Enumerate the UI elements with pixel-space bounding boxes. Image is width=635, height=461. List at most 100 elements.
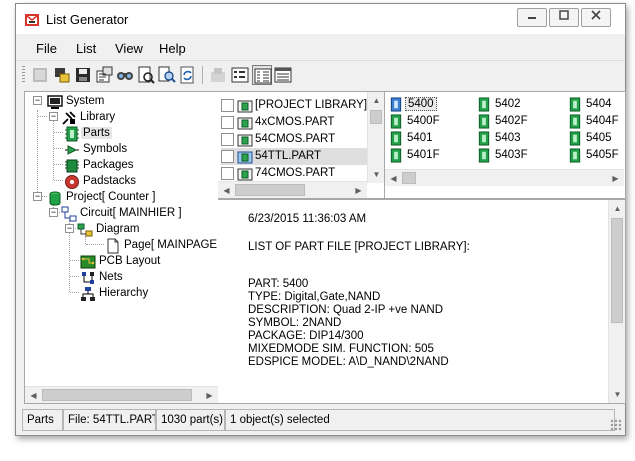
detail-line: DESCRIPTION: Quad 2-IP +ve NAND bbox=[248, 304, 444, 316]
expand-toggle-library[interactable]: − bbox=[49, 112, 58, 121]
close-icon bbox=[591, 10, 601, 20]
refresh-button[interactable] bbox=[178, 65, 198, 85]
files-hscrollbar[interactable]: ◀ ▶ bbox=[218, 181, 367, 198]
tree-item-label: Circuit[ MAINHIER ] bbox=[80, 207, 182, 219]
status-part-count: 1030 part(s) bbox=[156, 409, 225, 431]
tree-item-label: Hierarchy bbox=[99, 287, 149, 299]
tree-hscrollbar[interactable]: ◀ ▶ bbox=[25, 386, 218, 403]
scroll-right-icon[interactable]: ▶ bbox=[607, 170, 624, 187]
files-vscrollbar[interactable]: ▲ ▼ bbox=[367, 92, 384, 183]
page-icon bbox=[107, 238, 119, 254]
detail-line: TYPE: Digital,Gate,NAND bbox=[248, 291, 381, 303]
part-label: 5402F bbox=[495, 115, 528, 127]
toolbar bbox=[16, 60, 625, 88]
disabled-tool-button[interactable] bbox=[208, 65, 228, 85]
list-view-icon bbox=[254, 68, 272, 84]
open-part-button[interactable] bbox=[30, 65, 50, 85]
status-section: Parts bbox=[22, 409, 63, 431]
maximize-button[interactable] bbox=[549, 8, 579, 27]
scroll-right-icon[interactable]: ▶ bbox=[201, 387, 218, 403]
tree-item-label: Project[ Counter ] bbox=[66, 191, 156, 203]
scroll-left-icon[interactable]: ◀ bbox=[218, 182, 235, 198]
find-in-files-icon bbox=[158, 66, 176, 83]
part-file-icon bbox=[237, 168, 253, 181]
detail-line: SYMBOL: 2NAND bbox=[248, 317, 342, 329]
menu-help[interactable]: Help bbox=[159, 41, 186, 56]
toolbar-grip[interactable] bbox=[22, 66, 25, 84]
menu-list[interactable]: List bbox=[76, 41, 96, 56]
padstack-icon bbox=[65, 175, 79, 189]
tree-item-label: PCB Layout bbox=[99, 255, 161, 267]
expand-toggle-circuit[interactable]: − bbox=[49, 208, 58, 217]
tree-item-label: Padstacks bbox=[83, 175, 137, 187]
scroll-left-icon[interactable]: ◀ bbox=[385, 170, 402, 187]
close-button[interactable] bbox=[581, 8, 611, 27]
tree-item-label: Packages bbox=[83, 159, 134, 171]
open-part-icon bbox=[33, 68, 47, 82]
file-checkbox[interactable] bbox=[221, 150, 234, 163]
scroll-thumb[interactable] bbox=[370, 110, 382, 124]
scroll-up-icon[interactable]: ▲ bbox=[609, 200, 625, 217]
hierarchy-icon bbox=[81, 287, 95, 301]
scroll-up-icon[interactable]: ▲ bbox=[368, 92, 384, 109]
part-chip-icon bbox=[65, 126, 79, 142]
maximize-icon bbox=[559, 10, 569, 20]
package-icon bbox=[65, 159, 79, 173]
find-in-files-button[interactable] bbox=[157, 65, 177, 85]
file-checkbox[interactable] bbox=[221, 116, 234, 129]
part-chip-icon bbox=[478, 131, 490, 146]
properties-button[interactable] bbox=[94, 65, 114, 85]
part-label: 5403F bbox=[495, 149, 528, 161]
scroll-down-icon[interactable]: ▼ bbox=[609, 386, 625, 403]
part-chip-icon bbox=[569, 97, 581, 112]
detail-line: PART: 5400 bbox=[248, 278, 309, 290]
resize-grip[interactable] bbox=[610, 419, 622, 431]
properties-icon bbox=[96, 66, 113, 83]
file-name: 74CMOS.PART bbox=[255, 167, 336, 179]
part-chip-icon bbox=[569, 131, 581, 146]
part-label: 5405F bbox=[586, 149, 619, 161]
minimize-button[interactable] bbox=[517, 8, 547, 27]
file-name: 4xCMOS.PART bbox=[255, 116, 335, 128]
find-button[interactable] bbox=[115, 65, 135, 85]
part-chip-icon bbox=[478, 114, 490, 129]
open-part-file-icon bbox=[237, 151, 253, 164]
file-checkbox[interactable] bbox=[221, 133, 234, 146]
menu-view[interactable]: View bbox=[115, 41, 143, 56]
circuit-icon bbox=[61, 206, 77, 222]
scroll-down-icon[interactable]: ▼ bbox=[368, 166, 384, 183]
list-view-button[interactable] bbox=[252, 65, 272, 85]
refresh-icon bbox=[180, 66, 194, 84]
find-next-button[interactable] bbox=[136, 65, 156, 85]
scroll-thumb[interactable] bbox=[235, 184, 305, 196]
details-view-button[interactable] bbox=[273, 65, 293, 85]
list-generator-window: List Generator File List View Help − Sys… bbox=[15, 3, 626, 436]
file-item-selected[interactable]: 54TTL.PART bbox=[221, 148, 368, 165]
expand-toggle-system[interactable]: − bbox=[33, 96, 42, 105]
part-chip-icon bbox=[390, 97, 402, 112]
menu-file[interactable]: File bbox=[36, 41, 57, 56]
toolbar-separator bbox=[202, 66, 203, 84]
save-list-button[interactable] bbox=[52, 65, 72, 85]
expand-toggle-diagram[interactable]: − bbox=[65, 224, 74, 233]
part-label: 5404 bbox=[586, 98, 612, 110]
scroll-thumb[interactable] bbox=[42, 389, 192, 401]
disk-button[interactable] bbox=[73, 65, 93, 85]
scroll-right-icon[interactable]: ▶ bbox=[350, 182, 367, 198]
parts-hscrollbar[interactable]: ◀ ▶ bbox=[385, 169, 624, 186]
part-chip-icon bbox=[569, 148, 581, 163]
part-details-text[interactable]: 6/23/2015 11:36:03 AM LIST OF PART FILE … bbox=[218, 199, 626, 404]
file-name: 54CMOS.PART bbox=[255, 133, 336, 145]
part-label: 5404F bbox=[586, 115, 619, 127]
small-icons-view-button[interactable] bbox=[230, 65, 250, 85]
file-checkbox[interactable] bbox=[221, 99, 234, 112]
file-checkbox[interactable] bbox=[221, 167, 234, 180]
details-vscrollbar[interactable]: ▲ ▼ bbox=[608, 200, 625, 403]
detail-line: PACKAGE: DIP14/300 bbox=[248, 330, 364, 342]
tree-item-label: Library bbox=[80, 111, 116, 123]
scroll-thumb[interactable] bbox=[402, 172, 416, 184]
scroll-left-icon[interactable]: ◀ bbox=[25, 387, 42, 403]
status-selection: 1 object(s) selected bbox=[225, 409, 615, 431]
expand-toggle-project[interactable]: − bbox=[33, 192, 42, 201]
scroll-thumb[interactable] bbox=[611, 218, 623, 323]
